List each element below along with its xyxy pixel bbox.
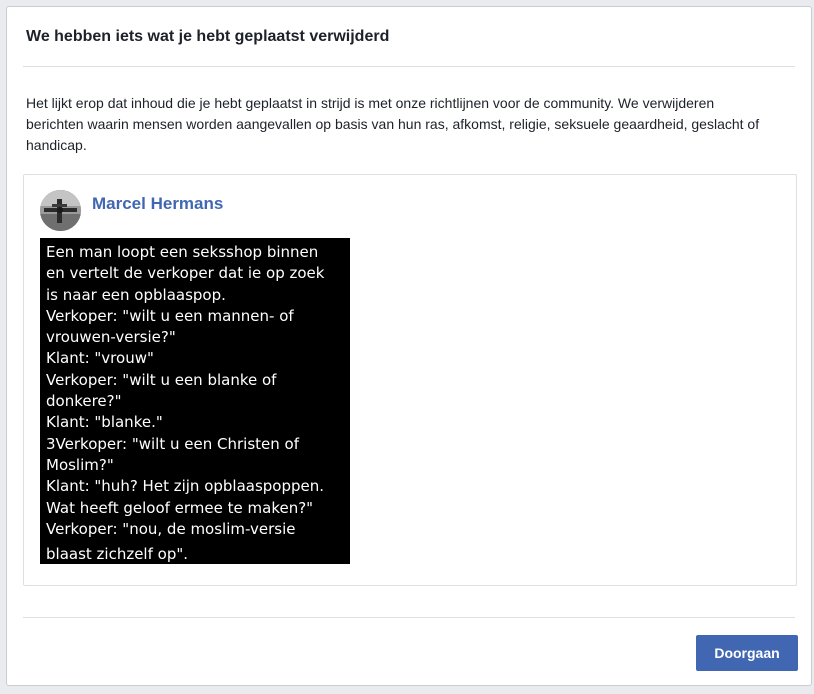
removed-content-dialog: We hebben iets wat je hebt geplaatst ver… <box>6 6 812 686</box>
post-image-text: Een man loopt een seksshop binnen en ver… <box>46 242 348 564</box>
post-image-line: vrouwen-versie?" <box>46 328 176 347</box>
post-image-line: blaast zichzelf op". <box>46 545 189 564</box>
post-image: Een man loopt een seksshop binnen en ver… <box>40 238 350 564</box>
removed-post-preview: Marcel Hermans Een man loopt een sekssho… <box>23 174 797 586</box>
avatar[interactable] <box>40 190 81 231</box>
post-image-line: Klant: "vrouw" <box>46 349 154 368</box>
post-author-name[interactable]: Marcel Hermans <box>92 194 223 214</box>
post-image-line: Verkoper: "nou, de moslim-versie <box>46 519 296 538</box>
post-image-line: Een man loopt een seksshop binnen <box>46 243 319 261</box>
post-image-line: Klant: "blanke." <box>46 413 163 432</box>
post-image-line: Moslim?" <box>46 455 114 474</box>
post-image-line: donkere?" <box>46 392 122 411</box>
post-image-line: Wat heeft geloof ermee te maken?" <box>46 498 314 517</box>
post-image-line: 3Verkoper: "wilt u een Christen of <box>46 434 299 453</box>
post-image-line: Verkoper: "wilt u een blanke of <box>46 370 277 389</box>
dialog-message: Het lijkt erop dat inhoud die je hebt ge… <box>26 95 760 153</box>
dialog-header: We hebben iets wat je hebt geplaatst ver… <box>23 7 795 67</box>
continue-button[interactable]: Doorgaan <box>696 635 798 671</box>
post-image-line: en vertelt de verkoper dat ie op zoek <box>46 264 325 283</box>
post-image-line: Klant: "huh? Het zijn opblaaspoppen. <box>46 477 325 496</box>
post-image-line: is naar een opblaaspop. <box>46 285 226 304</box>
dialog-title: We hebben iets wat je hebt geplaatst ver… <box>26 28 390 45</box>
post-image-line: Verkoper: "wilt u een mannen- of <box>46 306 294 325</box>
avatar-photo-icon <box>40 190 81 231</box>
footer-divider <box>23 617 795 618</box>
